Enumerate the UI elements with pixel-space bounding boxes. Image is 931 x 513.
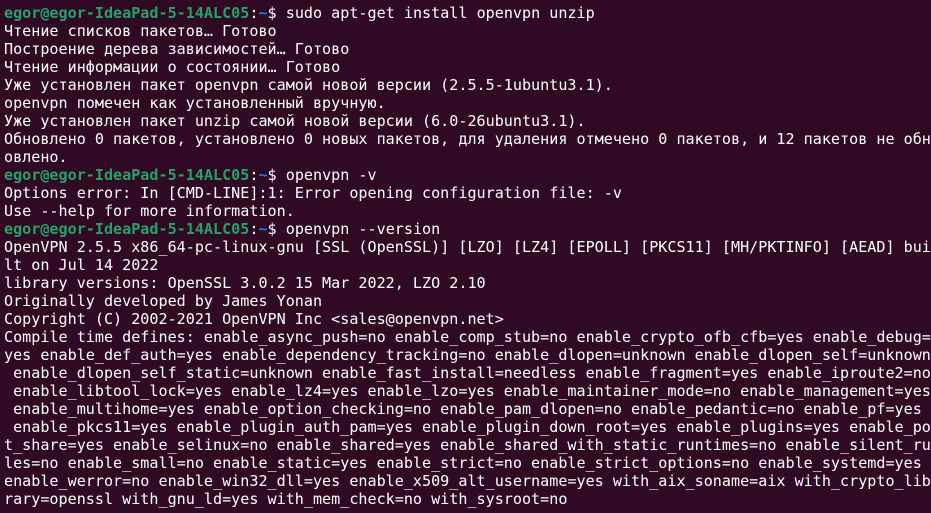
output-line: Use --help for more information. bbox=[4, 202, 931, 220]
output-text: Чтение списков пакетов… Готово bbox=[4, 22, 277, 40]
output-text: enable_werror=no enable_win32_dll=yes en… bbox=[4, 472, 931, 490]
output-text: Options error: In [CMD-LINE]:1: Error op… bbox=[4, 184, 622, 202]
output-line: enable_libtool_lock=yes enable_lz4=yes e… bbox=[4, 382, 931, 400]
output-text: овлено. bbox=[4, 148, 68, 166]
output-text: Уже установлен пакет unzip самой новой в… bbox=[4, 112, 586, 130]
output-line: Copyright (C) 2002-2021 OpenVPN Inc <sal… bbox=[4, 310, 931, 328]
output-line: Уже установлен пакет openvpn самой новой… bbox=[4, 76, 931, 94]
output-line: Чтение списков пакетов… Готово bbox=[4, 22, 931, 40]
output-text: Построение дерева зависимостей… Готово bbox=[4, 40, 350, 58]
output-text: lt on Jul 14 2022 bbox=[4, 256, 159, 274]
output-text: enable_dlopen_self_static=unknown enable… bbox=[4, 364, 931, 382]
output-text: Use --help for more information. bbox=[4, 202, 295, 220]
output-text: les=no enable_small=no enable_static=yes… bbox=[4, 454, 922, 472]
output-text: Обновлено 0 пакетов, установлено 0 новых… bbox=[4, 130, 931, 148]
output-text: Уже установлен пакет openvpn самой новой… bbox=[4, 76, 613, 94]
prompt-symbol: $ bbox=[267, 220, 286, 238]
output-line: lt on Jul 14 2022 bbox=[4, 256, 931, 274]
output-text: yes enable_def_auth=yes enable_dependenc… bbox=[4, 346, 931, 364]
output-line: OpenVPN 2.5.5 x86_64-pc-linux-gnu [SSL (… bbox=[4, 238, 931, 256]
prompt-user-host: egor@egor-IdeaPad-5-14ALC05 bbox=[4, 220, 250, 238]
output-line: Уже установлен пакет unzip самой новой в… bbox=[4, 112, 931, 130]
output-line: Построение дерева зависимостей… Готово bbox=[4, 40, 931, 58]
output-line: овлено. bbox=[4, 148, 931, 166]
output-line: les=no enable_small=no enable_static=yes… bbox=[4, 454, 931, 472]
output-text: library versions: OpenSSL 3.0.2 15 Mar 2… bbox=[4, 274, 486, 292]
output-line: Options error: In [CMD-LINE]:1: Error op… bbox=[4, 184, 931, 202]
output-line: enable_werror=no enable_win32_dll=yes en… bbox=[4, 472, 931, 490]
command-text: openvpn --version bbox=[285, 220, 441, 238]
output-line: Compile time defines: enable_async_push=… bbox=[4, 328, 931, 346]
prompt-symbol: $ bbox=[267, 166, 286, 184]
output-text: enable_multihome=yes enable_option_check… bbox=[4, 400, 922, 418]
terminal-window[interactable]: egor@egor-IdeaPad-5-14ALC05:~$ sudo apt-… bbox=[0, 0, 931, 513]
output-line: yes enable_def_auth=yes enable_dependenc… bbox=[4, 346, 931, 364]
prompt-path: ~ bbox=[258, 4, 268, 22]
output-line: t_share=yes enable_selinux=no enable_sha… bbox=[4, 436, 931, 454]
output-line: library versions: OpenSSL 3.0.2 15 Mar 2… bbox=[4, 274, 931, 292]
output-line: enable_pkcs11=yes enable_plugin_auth_pam… bbox=[4, 418, 931, 436]
output-line: Чтение информации о состоянии… Готово bbox=[4, 58, 931, 76]
command-text: sudo apt-get install openvpn unzip bbox=[285, 4, 595, 22]
output-line: enable_dlopen_self_static=unknown enable… bbox=[4, 364, 931, 382]
prompt-path: ~ bbox=[258, 220, 268, 238]
prompt-line: egor@egor-IdeaPad-5-14ALC05:~$ openvpn -… bbox=[4, 220, 931, 238]
output-line: enable_multihome=yes enable_option_check… bbox=[4, 400, 931, 418]
prompt-user-host: egor@egor-IdeaPad-5-14ALC05 bbox=[4, 4, 250, 22]
output-text: Copyright (C) 2002-2021 OpenVPN Inc <sal… bbox=[4, 310, 504, 328]
prompt-symbol: $ bbox=[267, 4, 286, 22]
command-text: openvpn -v bbox=[285, 166, 377, 184]
output-text: OpenVPN 2.5.5 x86_64-pc-linux-gnu [SSL (… bbox=[4, 238, 931, 256]
output-text: Originally developed by James Yonan bbox=[4, 292, 323, 310]
output-line: Originally developed by James Yonan bbox=[4, 292, 931, 310]
prompt-user-host: egor@egor-IdeaPad-5-14ALC05 bbox=[4, 166, 250, 184]
prompt-path: ~ bbox=[258, 166, 268, 184]
prompt-line: egor@egor-IdeaPad-5-14ALC05:~$ sudo apt-… bbox=[4, 4, 931, 22]
output-text: enable_pkcs11=yes enable_plugin_auth_pam… bbox=[4, 418, 931, 436]
output-text: enable_libtool_lock=yes enable_lz4=yes e… bbox=[4, 382, 931, 400]
output-line: Обновлено 0 пакетов, установлено 0 новых… bbox=[4, 130, 931, 148]
output-text: Чтение информации о состоянии… Готово bbox=[4, 58, 341, 76]
output-line: rary=openssl with_gnu_ld=yes with_mem_ch… bbox=[4, 490, 931, 508]
output-line: openvpn помечен как установленный вручну… bbox=[4, 94, 931, 112]
prompt-line: egor@egor-IdeaPad-5-14ALC05:~$ openvpn -… bbox=[4, 166, 931, 184]
output-text: t_share=yes enable_selinux=no enable_sha… bbox=[4, 436, 931, 454]
output-text: rary=openssl with_gnu_ld=yes with_mem_ch… bbox=[4, 490, 568, 508]
output-text: openvpn помечен как установленный вручну… bbox=[4, 94, 386, 112]
output-text: Compile time defines: enable_async_push=… bbox=[4, 328, 931, 346]
